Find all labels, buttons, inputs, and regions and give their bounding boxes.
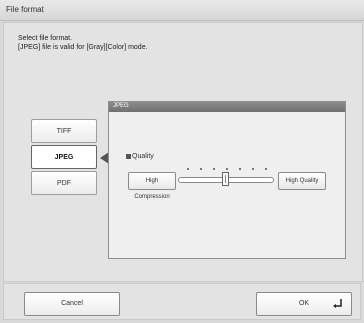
slider-tick bbox=[187, 168, 189, 170]
title-bar: File format bbox=[0, 0, 364, 21]
slider-tick bbox=[252, 168, 254, 170]
cancel-button[interactable]: Cancel bbox=[24, 292, 120, 316]
jpeg-button[interactable]: JPEG bbox=[31, 145, 97, 169]
square-icon bbox=[126, 154, 131, 159]
enter-key-icon bbox=[333, 299, 342, 308]
window-title: File format bbox=[6, 5, 44, 14]
slider-tick bbox=[265, 168, 267, 170]
quality-slider-thumb[interactable] bbox=[222, 172, 229, 186]
jpeg-panel-header: JPEG bbox=[109, 102, 345, 112]
ok-button[interactable]: OK bbox=[256, 292, 352, 316]
jpeg-panel-title: JPEG bbox=[113, 103, 129, 109]
slider-tick bbox=[226, 168, 228, 170]
instructions: Select file format. [JPEG] file is valid… bbox=[18, 34, 148, 52]
pdf-button[interactable]: PDF bbox=[31, 171, 97, 195]
instruction-line-2: [JPEG] file is valid for [Gray][Color] m… bbox=[18, 44, 148, 51]
instruction-line-1: Select file format. bbox=[18, 35, 73, 42]
high-quality-button[interactable]: High Quality bbox=[278, 172, 326, 190]
tiff-button[interactable]: TIFF bbox=[31, 119, 97, 143]
slider-tick bbox=[213, 168, 215, 170]
quality-label: Quality bbox=[132, 153, 154, 160]
slider-tick bbox=[200, 168, 202, 170]
slider-tick bbox=[239, 168, 241, 170]
high-compression-button[interactable]: High Compression bbox=[128, 172, 176, 200]
ok-label: OK bbox=[298, 300, 310, 307]
